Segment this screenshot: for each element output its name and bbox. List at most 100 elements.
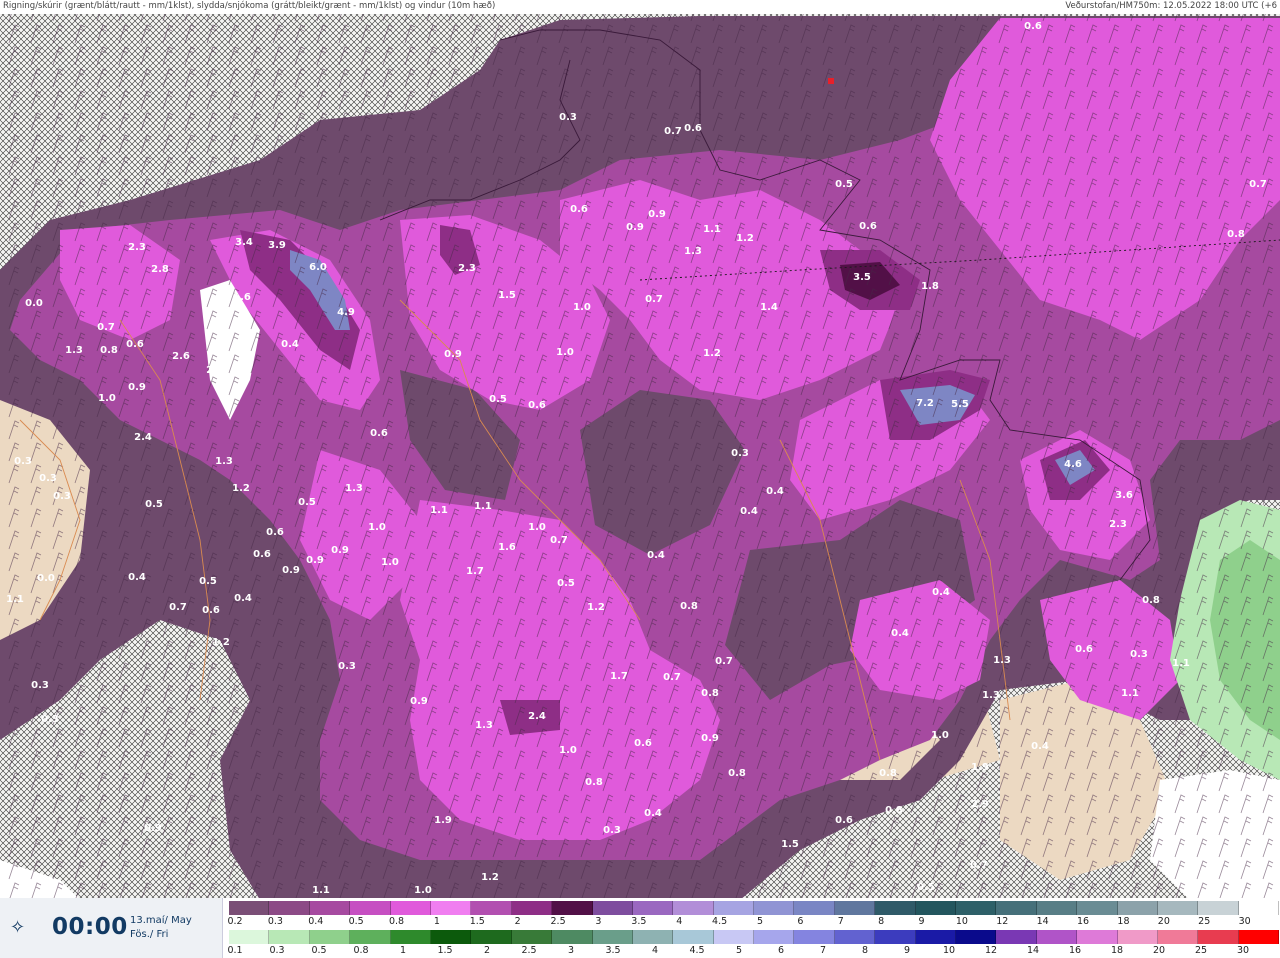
legend-tick: 0.5 <box>311 945 327 956</box>
precip-value-label: 1.0 <box>573 302 591 313</box>
legend-tick: 0.2 <box>227 916 243 927</box>
precip-value-label: 1.0 <box>559 745 577 756</box>
precip-value-label: 0.7 <box>169 602 187 613</box>
legend-tick: 9 <box>918 916 925 927</box>
legend-swatch <box>511 901 553 915</box>
precip-value-label: 0.4 <box>766 486 784 497</box>
legend-tick: 25 <box>1198 916 1211 927</box>
legend-tick: 7 <box>819 945 827 956</box>
precip-value-label: 0.8 <box>879 768 897 779</box>
precip-value-label: 0.6 <box>202 605 220 616</box>
precip-value-label: 2.8 <box>151 264 169 275</box>
legend-tick: 6 <box>797 916 804 927</box>
forecast-time: 00:00 <box>52 914 128 940</box>
precip-value-label: 1.0 <box>381 557 399 568</box>
legend-swatch <box>1077 930 1118 944</box>
legend-tick: 14 <box>1026 945 1040 956</box>
precip-value-label: 0.9 <box>128 382 146 393</box>
legend-swatch <box>996 901 1037 915</box>
time-box: ✧ 00:00 13.maí/ May Fös./ Fri <box>0 898 223 958</box>
precip-value-label: 2.4 <box>134 432 152 443</box>
precip-value-label: 0.7 <box>970 860 988 871</box>
precip-value-label: 0.9 <box>410 696 428 707</box>
precip-value-label: 2.3 <box>128 242 146 253</box>
precip-value-label: 6.0 <box>309 262 327 273</box>
precip-value-label: 3.5 <box>853 272 871 283</box>
legend-swatch <box>390 901 431 915</box>
precipitation-map[interactable]: 0.6 0.3 0.7 0.6 0.5 0.7 0.6 0.9 0.9 1.1 1.2 0.6 0.8 2… <box>0 0 1280 958</box>
precip-value-label: 3.4 <box>235 237 253 248</box>
precip-value-label: 1.5 <box>781 839 799 850</box>
legend-tick: 3.5 <box>631 916 647 927</box>
legend-swatch <box>1198 901 1239 915</box>
precip-value-label: 0.3 <box>603 825 621 836</box>
precip-value-label: 4.6 <box>1064 459 1082 470</box>
precip-value-label: 0.9 <box>444 349 462 360</box>
legend-tick: 0.4 <box>308 916 324 927</box>
legend-swatch <box>552 930 593 944</box>
precip-value-label: 1.0 <box>931 730 949 741</box>
precip-value-label: 2.6 <box>172 351 190 362</box>
legend-swatch <box>673 930 714 944</box>
precip-value-label: 0.3 <box>338 661 356 672</box>
legend-swatch <box>754 930 795 944</box>
map-header: Rigning/skúrir (grænt/blátt/rautt - mm/1… <box>0 0 1280 14</box>
legend-tick: 4.5 <box>712 916 728 927</box>
legend-swatch <box>1117 901 1158 915</box>
precip-value-label: 0.8 <box>885 805 903 816</box>
snow-scale-ticks: 0.2 0.3 0.4 0.5 0.8 1 1.5 2 2.5 3 3.5 4 4.5 5 6 7 8 9 10 12… <box>227 916 1279 928</box>
legend-swatch <box>471 901 512 915</box>
legend-swatch <box>592 901 633 915</box>
precip-value-label: 0.8 <box>1142 595 1160 606</box>
legend-swatch <box>229 901 270 915</box>
legend-tick: 9 <box>903 945 911 956</box>
precip-value-label: 0.9 <box>701 733 719 744</box>
legend-tick: 12 <box>996 916 1009 927</box>
map-title: Rigning/skúrir (grænt/blátt/rautt - mm/1… <box>3 1 496 11</box>
legend-tick: 18 <box>1117 916 1130 927</box>
precip-value-label: 0.0 <box>37 573 55 584</box>
legend-tick: 0.8 <box>388 916 405 927</box>
legend-tick: 4 <box>651 945 659 956</box>
precip-value-label: 0.3 <box>41 714 59 725</box>
precip-value-label: 1.7 <box>610 671 628 682</box>
precip-value-label: 0.6 <box>126 339 144 350</box>
precip-value-label: 0.7 <box>715 656 733 667</box>
precip-value-label: 1.1 <box>6 594 24 605</box>
precip-value-label: 0.3 <box>14 456 32 467</box>
legend-tick: 4 <box>676 916 683 927</box>
legend-tick: 25 <box>1194 945 1208 956</box>
wind-icon[interactable]: ✧ <box>10 918 30 938</box>
precip-value-label: 7.2 <box>916 398 934 409</box>
legend-swatch <box>1238 930 1280 944</box>
precip-value-label: 0.5 <box>917 882 935 893</box>
precip-value-label: 0.6 <box>370 428 388 439</box>
precip-value-label: 1.3 <box>215 456 233 467</box>
legend-swatch <box>996 930 1037 944</box>
precip-value-label: 1.2 <box>736 233 754 244</box>
precip-value-label: 0.3 <box>1130 649 1148 660</box>
precip-value-label: 0.9 <box>648 209 666 220</box>
legend-tick: 30 <box>1238 916 1251 927</box>
precip-value-label: 0.4 <box>891 628 909 639</box>
legend-swatch <box>834 930 876 944</box>
legend-tick: 12 <box>984 945 998 956</box>
location-marker[interactable] <box>828 78 834 84</box>
precip-value-label: 1.0 <box>98 393 116 404</box>
legend-tick: 0.3 <box>269 945 285 956</box>
precip-value-label: 0.8 <box>728 768 746 779</box>
precip-value-label: 0.6 <box>684 123 702 134</box>
precip-value-label: 0.5 <box>145 499 163 510</box>
legend-swatch <box>471 930 512 944</box>
precip-value-label: 0.4 <box>647 550 665 561</box>
legend-swatch <box>956 901 997 915</box>
legend-tick: 20 <box>1152 945 1166 956</box>
precip-value-label: 1.5 <box>498 290 516 301</box>
legend-swatch <box>713 901 755 915</box>
legend-tick: 6 <box>777 945 785 956</box>
precip-value-label: 1.8 <box>921 281 939 292</box>
precip-value-label: 1.0 <box>556 347 574 358</box>
legend-swatch <box>875 901 916 915</box>
precip-value-label: 1.1 <box>1172 658 1190 669</box>
legend-tick: 14 <box>1036 916 1049 927</box>
